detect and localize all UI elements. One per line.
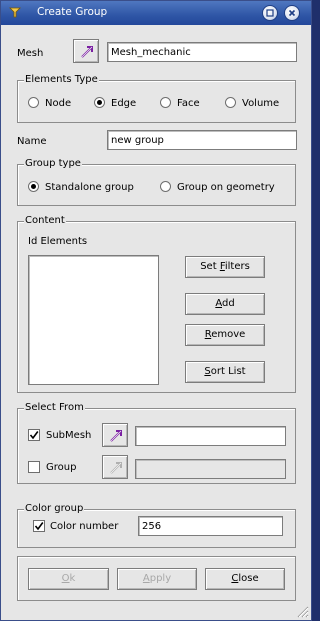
color-number-checkbox[interactable]: [33, 520, 45, 532]
name-field[interactable]: [107, 130, 297, 150]
create-group-dialog: Create Group Mesh Elements Type Node: [0, 0, 312, 621]
title-bar[interactable]: Create Group: [1, 1, 311, 25]
color-number-label: Color number: [50, 521, 119, 532]
resize-grip-icon[interactable]: [297, 606, 309, 618]
group-on-geometry-label: Group on geometry: [177, 182, 275, 193]
dialog-body: Mesh Elements Type Node Edge Face Volume…: [1, 25, 311, 620]
id-elements-list[interactable]: [28, 255, 159, 385]
close-window-button[interactable]: [284, 5, 300, 21]
set-filters-button[interactable]: Set Filters: [185, 256, 265, 278]
group-label: Group: [46, 462, 77, 473]
set-filters-text-pre: Set: [200, 261, 220, 272]
content-group: Content Id Elements Set Filters Add Remo…: [17, 215, 296, 393]
node-label: Node: [45, 98, 72, 109]
name-label: Name: [17, 136, 47, 147]
volume-radio[interactable]: [225, 97, 236, 108]
checkmark-icon: [29, 431, 39, 440]
submesh-field[interactable]: [135, 426, 286, 446]
mesh-field[interactable]: [107, 42, 297, 62]
add-text-post: dd: [221, 298, 235, 309]
add-button[interactable]: Add: [185, 293, 265, 315]
close-icon: [288, 9, 296, 17]
arrow-select-icon: [81, 46, 93, 58]
apply-mnemonic: A: [142, 573, 150, 584]
group-on-geometry-radio[interactable]: [160, 181, 171, 192]
content-title: Content: [24, 215, 66, 226]
group-field[interactable]: [135, 459, 286, 479]
apply-button[interactable]: Apply: [117, 568, 197, 590]
maximize-button[interactable]: [262, 5, 278, 21]
add-mnemonic: A: [215, 298, 222, 309]
node-radio[interactable]: [28, 97, 39, 108]
ok-text-post: k: [69, 573, 76, 584]
group-type-group: Group type Standalone group Group on geo…: [17, 158, 296, 206]
apply-text-post: pply: [149, 573, 172, 584]
elements-type-group: Elements Type Node Edge Face Volume: [17, 74, 296, 123]
volume-label: Volume: [242, 98, 280, 109]
arrow-select-icon: [110, 430, 122, 442]
color-number-field[interactable]: [138, 516, 283, 536]
mesh-select-button[interactable]: [73, 39, 99, 63]
sort-list-text-post: ort List: [210, 366, 246, 377]
ok-button[interactable]: Ok: [28, 568, 109, 590]
group-type-title: Group type: [24, 158, 82, 169]
button-box: Ok Apply Close: [17, 556, 296, 601]
edge-radio[interactable]: [94, 97, 105, 108]
remove-text-post: emove: [211, 329, 246, 340]
submesh-label: SubMesh: [46, 430, 92, 441]
checkmark-icon: [34, 522, 44, 531]
ok-mnemonic: O: [61, 573, 70, 584]
mesh-label: Mesh: [17, 48, 44, 59]
group-select-button[interactable]: [102, 455, 128, 479]
select-from-title: Select From: [24, 402, 85, 413]
group-checkbox[interactable]: [28, 461, 40, 473]
submesh-checkbox[interactable]: [28, 429, 40, 441]
submesh-select-button[interactable]: [102, 423, 128, 447]
set-filters-text-post: ilters: [224, 261, 250, 272]
maximize-icon: [266, 9, 274, 17]
close-text-post: lose: [238, 573, 259, 584]
arrow-select-icon: [110, 462, 122, 474]
standalone-group-label: Standalone group: [45, 182, 134, 193]
remove-button[interactable]: Remove: [185, 324, 265, 346]
face-radio[interactable]: [160, 97, 171, 108]
color-group-group: Color group Color number: [17, 503, 296, 548]
edge-label: Edge: [111, 98, 137, 109]
window-title: Create Group: [37, 6, 108, 18]
face-label: Face: [177, 98, 200, 109]
id-elements-label: Id Elements: [28, 236, 88, 247]
close-button[interactable]: Close: [205, 568, 285, 590]
color-group-title: Color group: [24, 503, 85, 514]
app-icon: [9, 7, 21, 18]
select-from-group: Select From SubMesh Group: [17, 402, 296, 484]
sort-list-button[interactable]: Sort List: [185, 361, 265, 383]
standalone-group-radio[interactable]: [28, 181, 39, 192]
elements-type-title: Elements Type: [24, 74, 99, 85]
